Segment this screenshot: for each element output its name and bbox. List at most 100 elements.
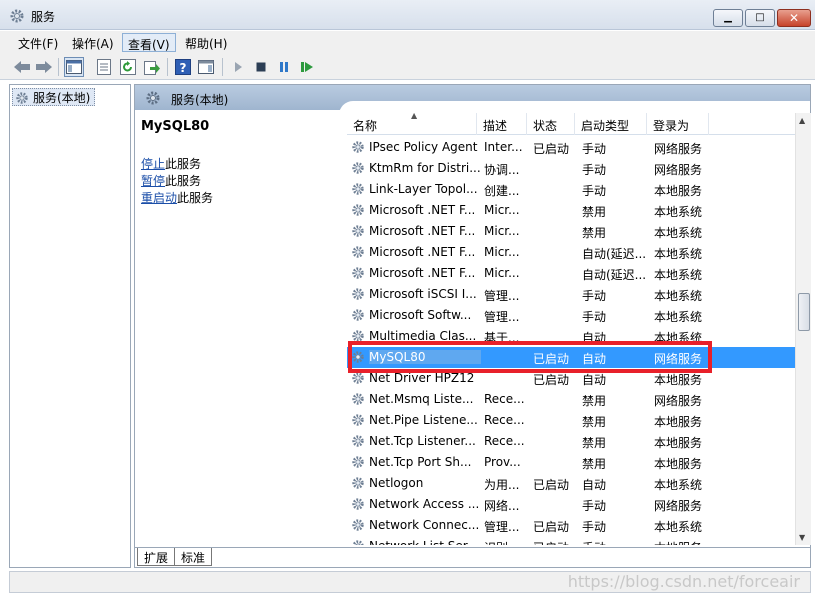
table-row[interactable]: Net.Tcp Port Sh... Prov... 禁用 本地服务 [347, 452, 795, 473]
service-log-on-as: 本地服务 [654, 457, 703, 471]
table-row[interactable]: Net Driver HPZ12 已启动 自动 本地服务 [347, 368, 795, 389]
table-row[interactable]: Netlogon 为用... 已启动 自动 本地系统 [347, 473, 795, 494]
column-header-status[interactable]: 状态 [527, 113, 575, 135]
pause-link[interactable]: 暂停 [141, 174, 165, 188]
service-startup-type: 自动(延迟... [582, 268, 647, 282]
service-gear-icon [351, 308, 365, 325]
maximize-icon: □ [755, 12, 765, 23]
service-gear-icon [351, 140, 365, 157]
start-service-button[interactable] [228, 57, 248, 77]
service-name: Microsoft Softw... [369, 308, 472, 322]
services-list: ▲ 名称 描述 状态 启动类型 登录为 IPsec Policy Agent In… [347, 113, 795, 545]
scroll-down-icon[interactable]: ▼ [799, 533, 805, 542]
table-row[interactable]: Network Access ... 网络... 手动 网络服务 [347, 494, 795, 515]
table-row[interactable]: IPsec Policy Agent Inter... 已启动 手动 网络服务 [347, 137, 795, 158]
service-startup-type: 禁用 [582, 394, 607, 408]
service-log-on-as: 本地系统 [654, 310, 703, 324]
service-gear-icon [351, 161, 365, 178]
service-log-on-as: 本地系统 [654, 331, 703, 345]
service-name: Net.Pipe Listene... [369, 413, 478, 427]
table-row[interactable]: Microsoft .NET F... Micr... 禁用 本地系统 [347, 221, 795, 242]
table-row[interactable]: Microsoft iSCSI I... 管理... 手动 本地系统 [347, 284, 795, 305]
restart-link[interactable]: 重启动 [141, 191, 177, 205]
export-list-icon [144, 61, 160, 75]
service-startup-type: 手动 [582, 499, 607, 513]
table-row[interactable]: Network Connec... 管理... 已启动 手动 本地系统 [347, 515, 795, 536]
column-header-description[interactable]: 描述 [477, 113, 527, 135]
minimize-button[interactable]: ▁ [713, 9, 743, 27]
service-status: 已启动 [533, 520, 570, 534]
action-pane-button[interactable] [196, 57, 216, 77]
refresh-button[interactable] [118, 57, 138, 77]
service-name: Netlogon [369, 476, 424, 490]
table-row[interactable]: Microsoft .NET F... Micr... 禁用 本地系统 [347, 200, 795, 221]
table-row[interactable]: Net.Pipe Listene... Rece... 禁用 本地服务 [347, 410, 795, 431]
service-log-on-as: 本地系统 [654, 205, 703, 219]
menu-action[interactable]: 操作(A) [67, 33, 119, 52]
action-pane-icon [198, 60, 214, 74]
pause-service-button[interactable] [274, 57, 294, 77]
service-gear-icon [351, 539, 365, 545]
menu-help[interactable]: 帮助(H) [180, 33, 232, 52]
service-gear-icon [351, 455, 365, 472]
table-row[interactable]: KtmRm for Distri... 协调... 手动 网络服务 [347, 158, 795, 179]
service-description: Micr... [484, 224, 520, 238]
service-name: MySQL80 [369, 350, 481, 364]
column-header-startup-type[interactable]: 启动类型 [575, 113, 647, 135]
vertical-scrollbar[interactable]: ▲ ▼ [795, 113, 811, 545]
scrollbar-thumb[interactable] [798, 293, 810, 331]
scroll-up-icon[interactable]: ▲ [799, 116, 805, 125]
table-row[interactable]: MySQL80 已启动 自动 网络服务 [347, 347, 795, 368]
stop-service-button[interactable] [251, 57, 271, 77]
close-button[interactable]: ✕ [777, 9, 811, 27]
table-row[interactable]: Microsoft .NET F... Micr... 自动(延迟... 本地系统 [347, 242, 795, 263]
menu-file[interactable]: 文件(F) [13, 33, 63, 52]
services-gear-icon [16, 91, 28, 104]
service-name: Link-Layer Topol... [369, 182, 478, 196]
tree-item-services-local[interactable]: 服务(本地) [12, 88, 96, 106]
service-startup-type: 自动 [582, 373, 607, 387]
help-button[interactable]: ? [173, 57, 193, 77]
service-gear-icon [351, 329, 365, 346]
window-title: 服务 [31, 10, 56, 24]
forward-button[interactable] [34, 57, 54, 77]
maximize-button[interactable]: □ [745, 9, 775, 27]
toolbar-separator [167, 58, 168, 76]
back-button[interactable] [12, 57, 32, 77]
service-startup-type: 禁用 [582, 415, 607, 429]
properties-button[interactable] [94, 57, 114, 77]
table-row[interactable]: Net.Msmq Liste... Rece... 禁用 网络服务 [347, 389, 795, 410]
toolbar-separator [58, 58, 59, 76]
service-description: 管理... [484, 520, 520, 534]
service-description: Rece... [484, 392, 525, 406]
column-header-name[interactable]: ▲ 名称 [347, 113, 477, 135]
table-row[interactable]: Microsoft .NET F... Micr... 自动(延迟... 本地系统 [347, 263, 795, 284]
table-row[interactable]: Microsoft Softw... 管理... 手动 本地系统 [347, 305, 795, 326]
service-log-on-as: 本地系统 [654, 289, 703, 303]
tab-extended[interactable]: 扩展 [137, 548, 176, 566]
table-row[interactable]: Network List Ser...识别... 已启动手动本地服务 [347, 536, 795, 545]
table-row[interactable]: Link-Layer Topol... 创建... 手动 本地服务 [347, 179, 795, 200]
column-header-log-on-as[interactable]: 登录为 [647, 113, 709, 135]
show-hide-console-tree-button[interactable] [64, 57, 84, 77]
menu-view[interactable]: 查看(V) [122, 33, 176, 52]
service-name: Net.Tcp Listener... [369, 434, 476, 448]
export-list-button[interactable] [142, 57, 162, 77]
service-startup-type: 自动 [582, 478, 607, 492]
close-icon: ✕ [788, 11, 800, 25]
service-status: 已启动 [533, 142, 570, 156]
tab-standard[interactable]: 标准 [175, 548, 213, 566]
service-description: 网络... [484, 499, 520, 513]
service-log-on-as: 网络服务 [654, 142, 703, 156]
service-description: 管理... [484, 289, 520, 303]
service-startup-type: 手动 [582, 520, 607, 534]
table-row[interactable]: Net.Tcp Listener... Rece... 禁用 本地服务 [347, 431, 795, 452]
service-startup-type: 自动(延迟... [582, 247, 647, 261]
stop-link[interactable]: 停止 [141, 157, 165, 171]
restart-service-button[interactable] [297, 57, 317, 77]
play-icon [235, 62, 242, 72]
service-gear-icon [351, 476, 365, 493]
service-startup-type: 禁用 [582, 457, 607, 471]
table-row[interactable]: Multimedia Clas... 基于... 自动 本地系统 [347, 326, 795, 347]
service-name: Network List Ser... [369, 539, 481, 545]
